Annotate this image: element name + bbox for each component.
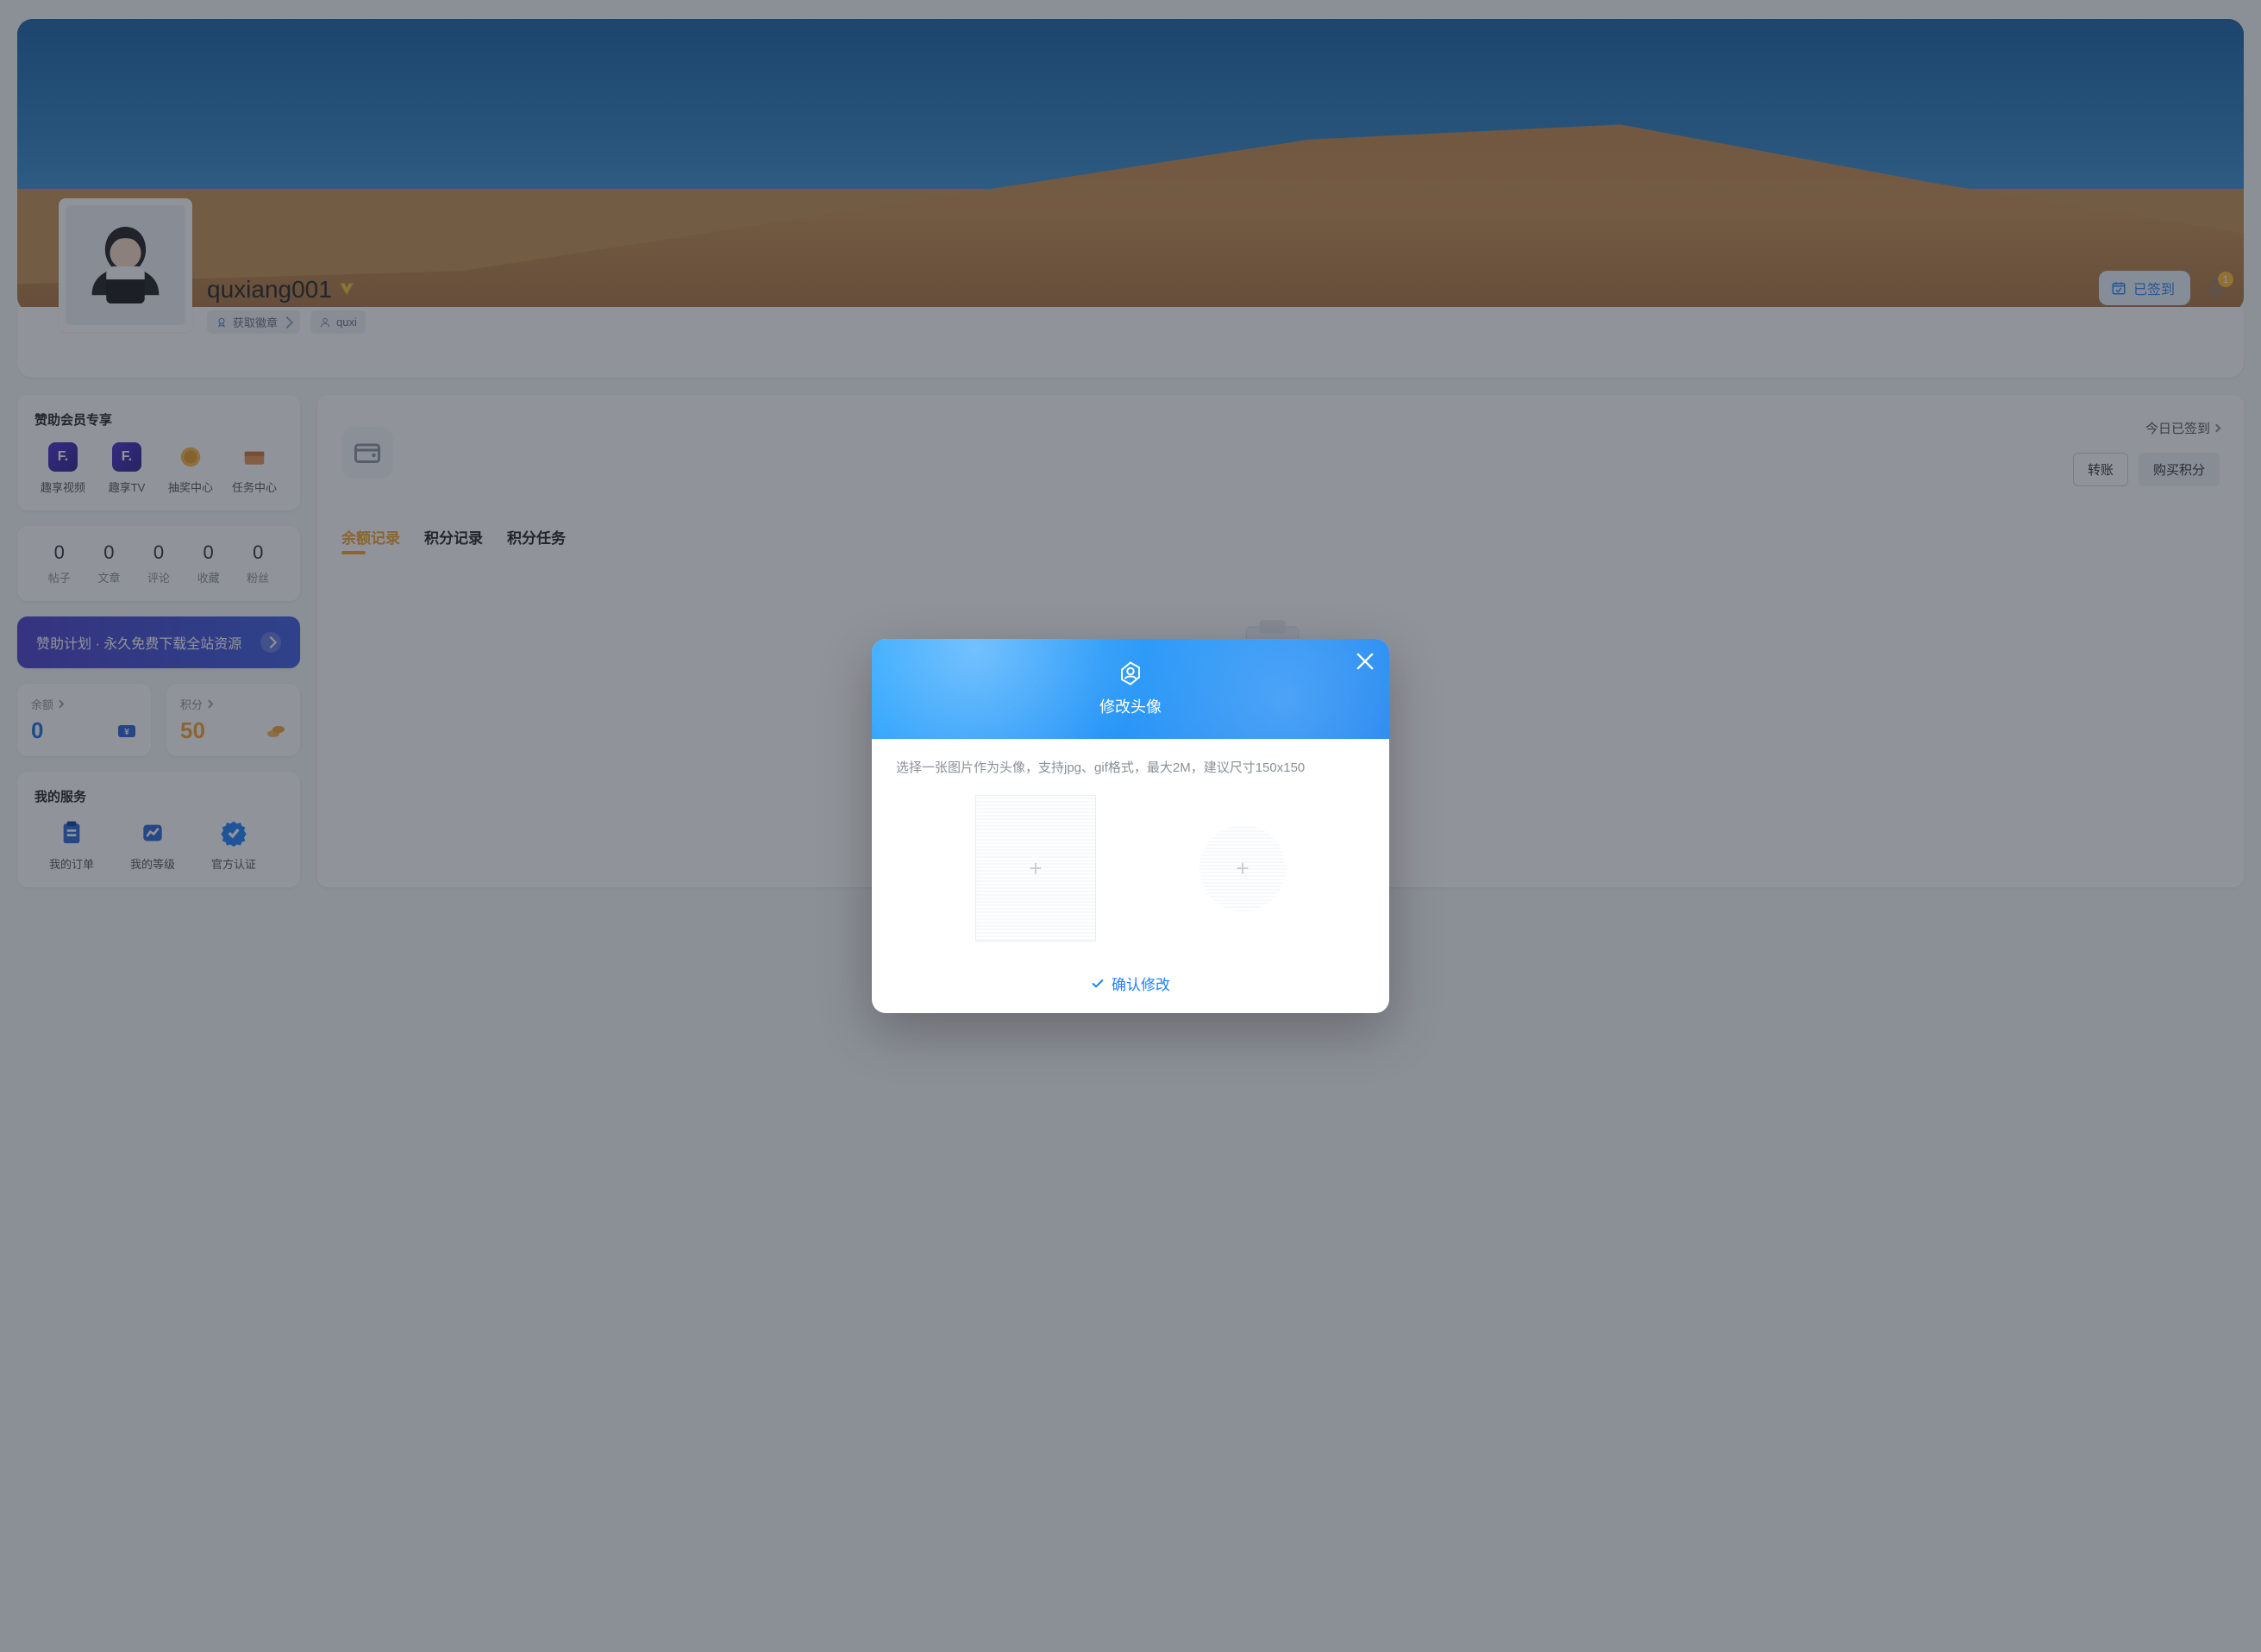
uploaders: + +	[896, 776, 1365, 950]
modal-scrim[interactable]: 修改头像 选择一张图片作为头像，支持jpg、gif格式，最大2M，建议尺寸150…	[0, 0, 2261, 1652]
modal-close-button[interactable]	[1353, 649, 1377, 673]
plus-icon: +	[1236, 857, 1249, 879]
close-icon	[1353, 648, 1377, 674]
avatar-hex-icon	[1118, 660, 1143, 686]
modal-head: 修改头像	[872, 639, 1389, 739]
check-icon	[1091, 977, 1105, 991]
avatar-modal: 修改头像 选择一张图片作为头像，支持jpg、gif格式，最大2M，建议尺寸150…	[872, 639, 1389, 1013]
modal-hint: 选择一张图片作为头像，支持jpg、gif格式，最大2M，建议尺寸150x150	[896, 758, 1365, 776]
modal-confirm-button[interactable]: 确认修改	[872, 957, 1389, 1013]
upload-square[interactable]: +	[975, 795, 1096, 942]
upload-circle[interactable]: +	[1199, 825, 1286, 911]
modal-body: 选择一张图片作为头像，支持jpg、gif格式，最大2M，建议尺寸150x150 …	[872, 739, 1389, 957]
plus-icon: +	[1029, 857, 1042, 879]
modal-confirm-label: 确认修改	[1112, 973, 1170, 994]
modal-title: 修改头像	[1099, 695, 1162, 717]
